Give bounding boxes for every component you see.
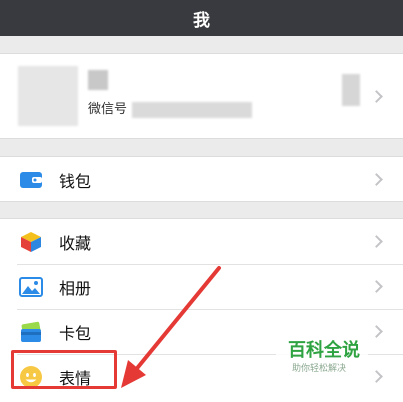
- annotation-arrow: [121, 266, 221, 388]
